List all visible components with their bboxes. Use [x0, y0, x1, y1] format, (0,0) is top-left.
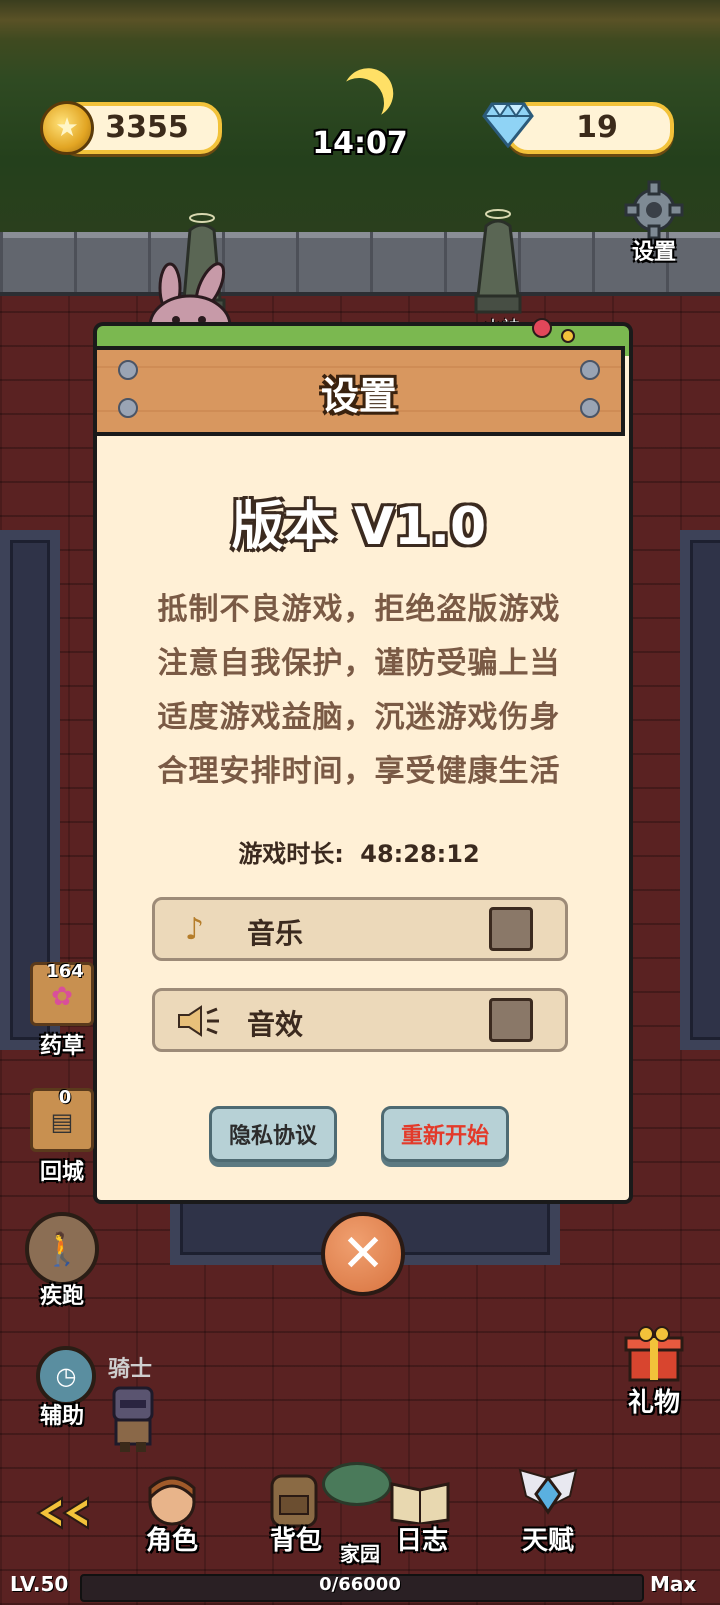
flower-decoration: [532, 318, 575, 343]
sfx-checkbox[interactable]: [489, 998, 533, 1042]
notice-line: 合理安排时间，享受健康生活: [157, 754, 561, 789]
notice-line: 注意自我保护，谨防受骗上当: [157, 646, 561, 681]
gear-icon[interactable]: [622, 180, 686, 240]
max-label: Max: [650, 1572, 697, 1596]
gem-amount: 19: [576, 110, 618, 145]
sprint-button[interactable]: 🚶: [25, 1212, 99, 1286]
music-checkbox[interactable]: [489, 907, 533, 951]
version-text: 版本 V1.0: [231, 497, 487, 557]
statue-right: [474, 209, 522, 314]
double-chevron-left-icon[interactable]: [34, 1496, 94, 1530]
town-count: 0: [58, 1087, 72, 1108]
nav-journal[interactable]: 日志: [378, 1520, 466, 1557]
town-portal-item[interactable]: 0 ▤: [30, 1087, 94, 1152]
scroll-icon: ▤: [50, 1108, 74, 1136]
restart-button[interactable]: 重新开始: [381, 1106, 509, 1162]
assist-button[interactable]: ◷: [36, 1346, 96, 1406]
running-figure-icon: 🚶: [42, 1230, 82, 1268]
close-button[interactable]: ✕: [321, 1212, 405, 1296]
notice-line: 适度游戏益脑，沉迷游戏伤身: [157, 700, 561, 735]
nav-talent[interactable]: 天赋: [504, 1520, 592, 1557]
xp-text: 0/66000: [319, 1574, 401, 1595]
sprint-label: 疾跑: [39, 1284, 84, 1309]
playtime-value: 48:28:12: [360, 840, 480, 868]
close-icon: ✕: [341, 1224, 385, 1284]
speaker-icon: [178, 1005, 219, 1037]
assist-label: 辅助: [39, 1404, 84, 1429]
music-toggle-row[interactable]: ♪ 音乐: [152, 897, 568, 961]
home-portal[interactable]: [322, 1462, 392, 1506]
playtime-label: 游戏时长:: [238, 840, 344, 868]
diamond-icon: [482, 100, 534, 150]
herb-count: 164: [46, 961, 84, 982]
flower-icon: ✿: [51, 982, 73, 1012]
winged-gem-icon[interactable]: [512, 1468, 584, 1526]
gift-label[interactable]: 礼物: [612, 1382, 696, 1419]
coin-icon: ★: [40, 101, 94, 155]
town-label: 回城: [39, 1160, 84, 1185]
nav-character[interactable]: 角色: [128, 1520, 216, 1557]
music-label: 音乐: [247, 917, 304, 950]
dialog-title: 设置: [320, 374, 397, 418]
journal-book-icon[interactable]: [388, 1476, 452, 1524]
sfx-label: 音效: [247, 1008, 304, 1041]
playtime: 游戏时长: 48:28:12: [93, 834, 625, 869]
knight-name: 骑士: [108, 1357, 153, 1382]
game-clock: 14:07: [312, 126, 408, 161]
player-level: LV.50: [10, 1572, 69, 1596]
herb-item[interactable]: 164 ✿: [30, 961, 94, 1026]
sfx-toggle-row[interactable]: 音效: [152, 988, 568, 1052]
notice-line: 抵制不良游戏，拒绝盗版游戏: [157, 592, 561, 627]
knight-character[interactable]: [104, 1384, 162, 1454]
music-note-icon: ♪: [185, 912, 205, 947]
herb-label: 药草: [39, 1034, 84, 1059]
right-room: [680, 530, 720, 1050]
gift-icon[interactable]: [624, 1326, 684, 1384]
clock-icon: ◷: [55, 1362, 77, 1390]
privacy-policy-button[interactable]: 隐私协议: [209, 1106, 337, 1162]
settings-label[interactable]: 设置: [610, 234, 698, 266]
